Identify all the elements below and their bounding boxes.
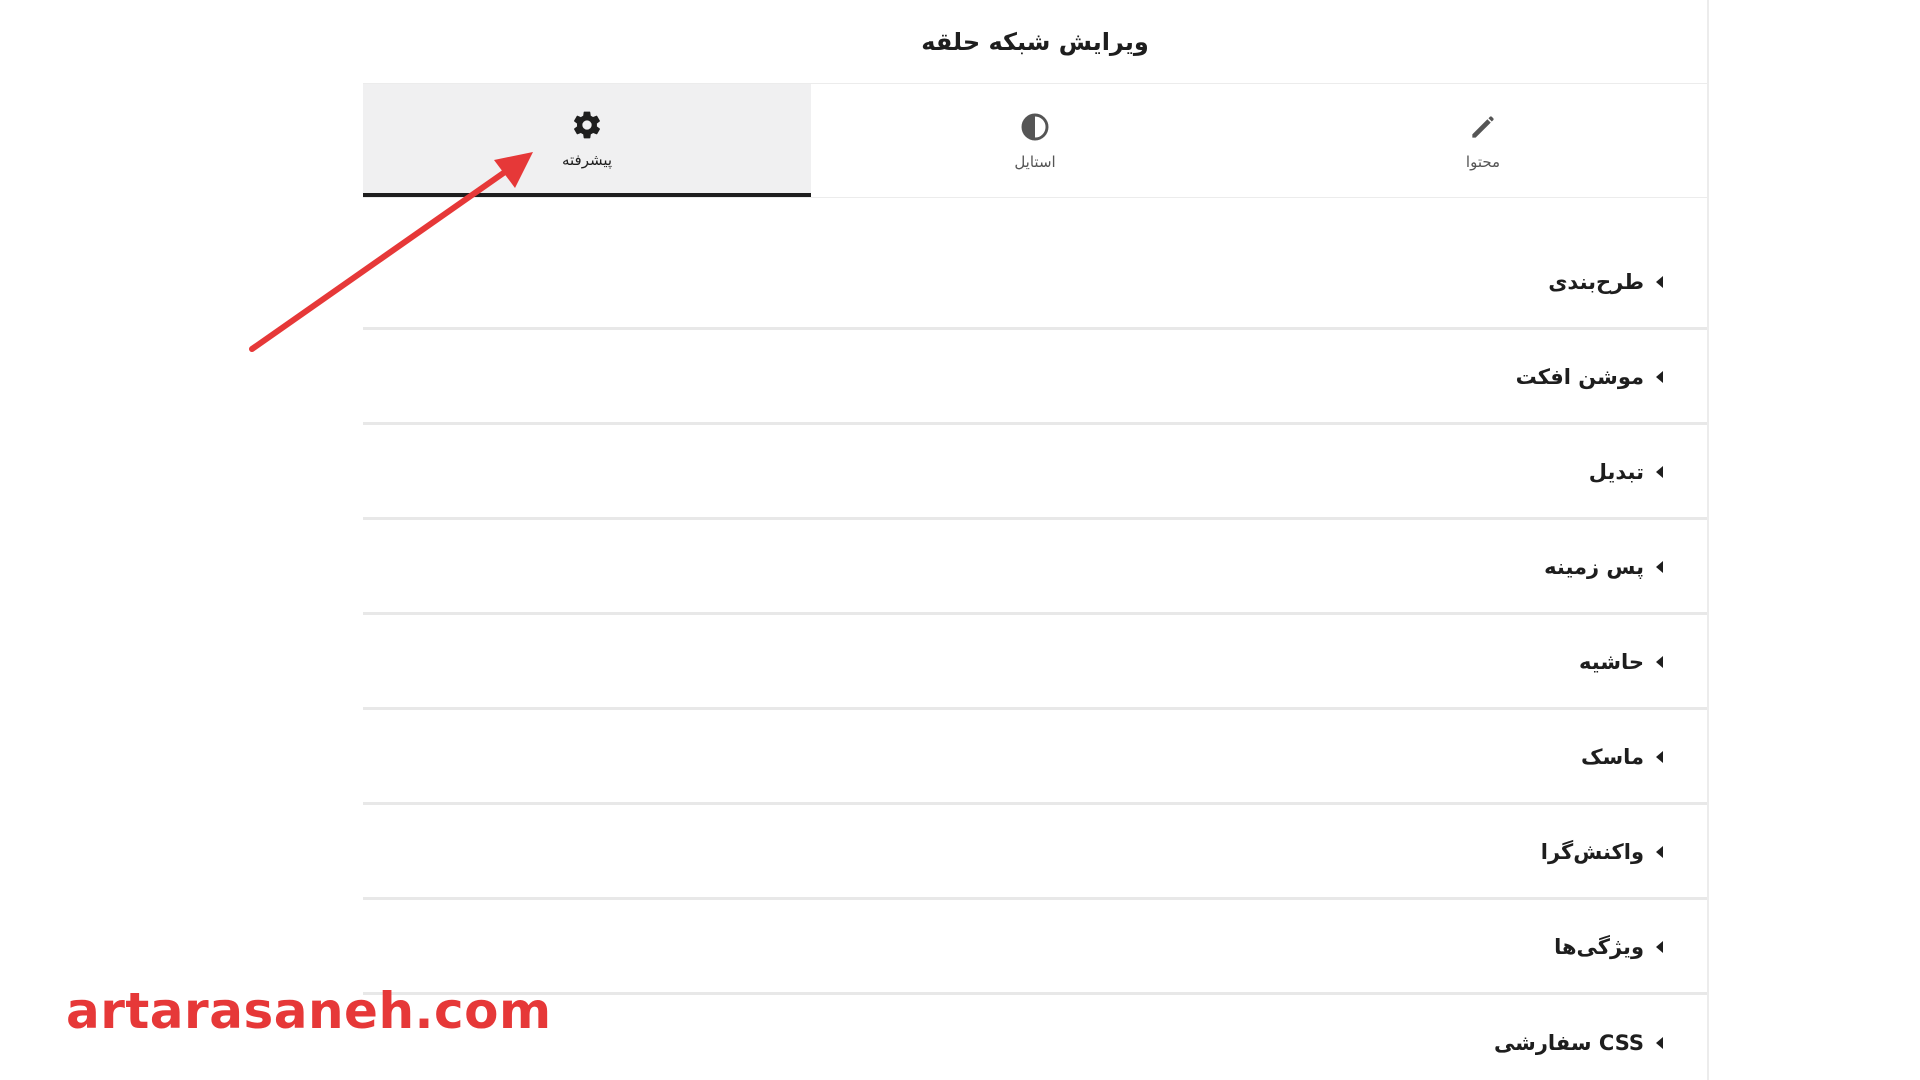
tab-style[interactable]: استایل bbox=[811, 84, 1259, 197]
tab-bar: محتوا استایل پیشرفته bbox=[363, 84, 1707, 198]
caret-left-icon bbox=[1656, 940, 1663, 953]
section-background[interactable]: پس زمینه bbox=[363, 521, 1707, 615]
contrast-icon bbox=[1021, 113, 1049, 140]
section-list: طرح‌بندی موشن افکت تبدیل پس زمینه حاشیه … bbox=[363, 236, 1707, 1080]
caret-left-icon bbox=[1656, 750, 1663, 763]
watermark: artarasaneh.com bbox=[66, 982, 552, 1040]
section-attributes[interactable]: ویژگی‌ها bbox=[363, 901, 1707, 995]
section-label: ویژگی‌ها bbox=[1554, 934, 1644, 959]
section-label: حاشیه bbox=[1579, 649, 1644, 674]
section-label: موشن افکت bbox=[1515, 364, 1644, 389]
gear-icon bbox=[574, 111, 600, 138]
section-label: CSS سفارشی bbox=[1493, 1031, 1644, 1055]
section-motion-effects[interactable]: موشن افکت bbox=[363, 331, 1707, 425]
section-mask[interactable]: ماسک bbox=[363, 711, 1707, 805]
page: ویرایش شبکه حلقه محتوا استایل پیشرفته طر… bbox=[0, 0, 1920, 1080]
panel-title: ویرایش شبکه حلقه bbox=[363, 0, 1707, 84]
pencil-icon bbox=[1472, 115, 1494, 138]
caret-left-icon bbox=[1656, 1037, 1663, 1049]
tab-style-label: استایل bbox=[1014, 152, 1056, 171]
caret-left-icon bbox=[1656, 560, 1663, 573]
section-label: تبدیل bbox=[1588, 459, 1644, 484]
section-layout[interactable]: طرح‌بندی bbox=[363, 236, 1707, 330]
section-transform[interactable]: تبدیل bbox=[363, 426, 1707, 520]
section-responsive[interactable]: واکنش‌گرا bbox=[363, 806, 1707, 900]
caret-left-icon bbox=[1656, 275, 1663, 288]
tab-advanced-label: پیشرفته bbox=[561, 150, 613, 169]
caret-left-icon bbox=[1656, 370, 1663, 383]
section-border[interactable]: حاشیه bbox=[363, 616, 1707, 710]
section-label: واکنش‌گرا bbox=[1540, 839, 1644, 864]
caret-left-icon bbox=[1656, 655, 1663, 668]
edit-panel: ویرایش شبکه حلقه محتوا استایل پیشرفته طر… bbox=[363, 0, 1709, 1080]
tab-content[interactable]: محتوا bbox=[1259, 84, 1707, 197]
section-label: ماسک bbox=[1580, 744, 1644, 769]
section-label: طرح‌بندی bbox=[1548, 269, 1644, 294]
caret-left-icon bbox=[1656, 845, 1663, 858]
caret-left-icon bbox=[1656, 465, 1663, 478]
section-label: پس زمینه bbox=[1544, 554, 1644, 579]
tab-content-label: محتوا bbox=[1465, 152, 1501, 171]
section-custom-css[interactable]: CSS سفارشی bbox=[363, 996, 1707, 1080]
tab-advanced[interactable]: پیشرفته bbox=[363, 84, 811, 197]
